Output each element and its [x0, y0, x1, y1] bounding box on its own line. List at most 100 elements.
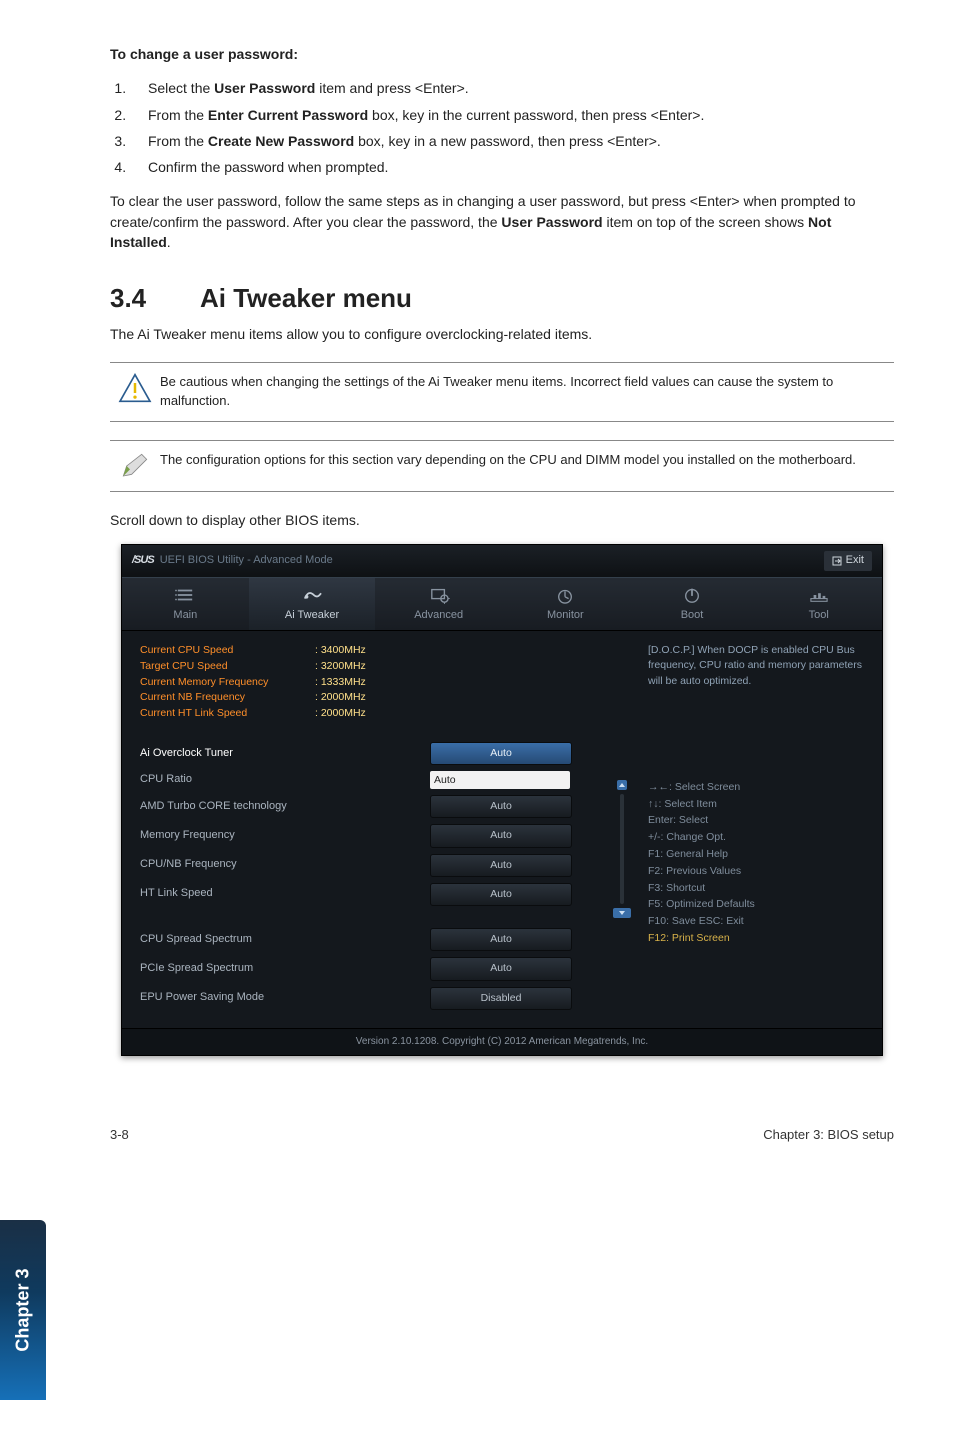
tab-tool[interactable]: Tool	[755, 578, 882, 630]
setting-value-dropdown[interactable]: Auto	[430, 742, 572, 765]
help-line: F3: Shortcut	[648, 880, 868, 897]
bios-tabs: Main Ai Tweaker Advanced Monitor Boot To…	[122, 577, 882, 631]
setting-memory-frequency[interactable]: Memory Frequency Auto	[140, 824, 616, 847]
info-value: : 3400MHz	[315, 644, 366, 656]
bios-titlebar: /SUS UEFI BIOS Utility - Advanced Mode E…	[122, 545, 882, 577]
step-text: From the	[148, 133, 208, 149]
tab-label: Advanced	[414, 609, 463, 621]
step-4: Confirm the password when prompted.	[130, 157, 894, 177]
scroll-up-icon[interactable]	[617, 780, 627, 790]
scrollbar[interactable]	[616, 736, 628, 918]
section-heading: 3.4Ai Tweaker menu	[110, 280, 894, 318]
setting-value-dropdown[interactable]: Auto	[430, 928, 572, 951]
setting-epu-power-saving[interactable]: EPU Power Saving Mode Disabled	[140, 987, 616, 1010]
paragraph-text: .	[167, 234, 171, 250]
tab-label: Ai Tweaker	[285, 609, 339, 621]
step-3: From the Create New Password box, key in…	[130, 131, 894, 151]
caution-text: Be cautious when changing the settings o…	[160, 373, 894, 411]
bios-logo: /SUS	[132, 553, 154, 569]
tab-label: Monitor	[547, 609, 584, 621]
setting-label: PCIe Spread Spectrum	[140, 961, 430, 977]
setting-label: Memory Frequency	[140, 828, 430, 844]
step-2: From the Enter Current Password box, key…	[130, 105, 894, 125]
setting-ai-overclock-tuner[interactable]: Ai Overclock Tuner Auto	[140, 742, 616, 765]
setting-label: Ai Overclock Tuner	[140, 746, 430, 762]
info-value: : 1333MHz	[315, 676, 366, 688]
tab-advanced[interactable]: Advanced	[375, 578, 502, 630]
advanced-icon	[428, 586, 450, 604]
boot-icon	[681, 586, 703, 604]
chapter-footer: Chapter 3: BIOS setup	[763, 1126, 894, 1145]
section-title: Ai Tweaker menu	[200, 283, 412, 313]
info-label: Current NB Frequency	[140, 690, 315, 706]
setting-cpu-nb-frequency[interactable]: CPU/NB Frequency Auto	[140, 854, 616, 877]
setting-value-dropdown[interactable]: Auto	[430, 883, 572, 906]
info-text: The configuration options for this secti…	[160, 451, 894, 470]
steps-list: Select the User Password item and press …	[110, 78, 894, 177]
setting-label: CPU/NB Frequency	[140, 857, 430, 873]
tweaker-icon	[301, 586, 323, 604]
setting-value-dropdown[interactable]: Auto	[430, 854, 572, 877]
help-line: Enter: Select	[648, 812, 868, 829]
exit-icon	[832, 556, 842, 566]
info-label: Current CPU Speed	[140, 643, 315, 659]
tab-ai-tweaker[interactable]: Ai Tweaker	[249, 578, 376, 630]
help-line: F10: Save ESC: Exit	[648, 913, 868, 930]
paragraph-text: item on top of the screen shows	[603, 214, 808, 230]
step-text: From the	[148, 107, 208, 123]
setting-value-dropdown[interactable]: Auto	[430, 795, 572, 818]
step-text: item and press <Enter>.	[315, 80, 468, 96]
section-subtext: The Ai Tweaker menu items allow you to c…	[110, 324, 894, 344]
setting-ht-link-speed[interactable]: HT Link Speed Auto	[140, 883, 616, 906]
setting-pcie-spread-spectrum[interactable]: PCIe Spread Spectrum Auto	[140, 957, 616, 980]
setting-cpu-ratio[interactable]: CPU Ratio	[140, 771, 616, 789]
exit-button[interactable]: Exit	[824, 551, 872, 571]
tab-boot[interactable]: Boot	[629, 578, 756, 630]
scroll-note: Scroll down to display other BIOS items.	[110, 510, 894, 530]
step-text: Select the	[148, 80, 214, 96]
step-bold: User Password	[214, 80, 315, 96]
scroll-down-icon[interactable]	[613, 908, 631, 918]
info-label: Current HT Link Speed	[140, 706, 315, 722]
help-line: →←: Select Screen	[648, 779, 868, 796]
setting-label: HT Link Speed	[140, 886, 430, 902]
paragraph-bold: User Password	[501, 214, 602, 230]
step-bold: Enter Current Password	[208, 107, 368, 123]
cpu-info-block: Current CPU Speed: 3400MHz Target CPU Sp…	[140, 643, 628, 722]
step-text: box, key in the current password, then p…	[368, 107, 704, 123]
section-number: 3.4	[110, 280, 200, 318]
tab-label: Boot	[681, 609, 704, 621]
page-number: 3-8	[110, 1126, 129, 1145]
help-line: F5: Optimized Defaults	[648, 896, 868, 913]
setting-cpu-spread-spectrum[interactable]: CPU Spread Spectrum Auto	[140, 928, 616, 951]
bios-footer: Version 2.10.1208. Copyright (C) 2012 Am…	[122, 1028, 882, 1056]
tab-label: Main	[173, 609, 197, 621]
setting-amd-turbo-core[interactable]: AMD Turbo CORE technology Auto	[140, 795, 616, 818]
bios-screenshot: /SUS UEFI BIOS Utility - Advanced Mode E…	[121, 544, 883, 1056]
info-label: Current Memory Frequency	[140, 675, 315, 691]
setting-value-dropdown[interactable]: Disabled	[430, 987, 572, 1010]
help-line: F2: Previous Values	[648, 863, 868, 880]
chapter-side-tab: Chapter 3	[0, 1220, 46, 1400]
tab-main[interactable]: Main	[122, 578, 249, 630]
tab-monitor[interactable]: Monitor	[502, 578, 629, 630]
setting-value-dropdown[interactable]: Auto	[430, 824, 572, 847]
help-line: ↑↓: Select Item	[648, 796, 868, 813]
setting-label: EPU Power Saving Mode	[140, 990, 430, 1006]
setting-value-dropdown[interactable]: Auto	[430, 957, 572, 980]
help-line: F12: Print Screen	[648, 930, 868, 947]
help-line: +/-: Change Opt.	[648, 829, 868, 846]
step-bold: Create New Password	[208, 133, 354, 149]
chapter-side-label: Chapter 3	[10, 1268, 36, 1351]
info-value: : 3200MHz	[315, 660, 366, 672]
setting-label: CPU Ratio	[140, 772, 430, 788]
help-line: F1: General Help	[648, 846, 868, 863]
step-text: Confirm the password when prompted.	[148, 159, 388, 175]
step-text: box, key in a new password, then press <…	[354, 133, 661, 149]
setting-value-input[interactable]	[430, 771, 570, 789]
tool-icon	[808, 586, 830, 604]
scroll-track[interactable]	[620, 794, 624, 904]
change-password-heading: To change a user password:	[110, 44, 894, 64]
help-keys: →←: Select Screen ↑↓: Select Item Enter:…	[648, 779, 868, 947]
bios-utility-title: UEFI BIOS Utility - Advanced Mode	[160, 553, 333, 569]
